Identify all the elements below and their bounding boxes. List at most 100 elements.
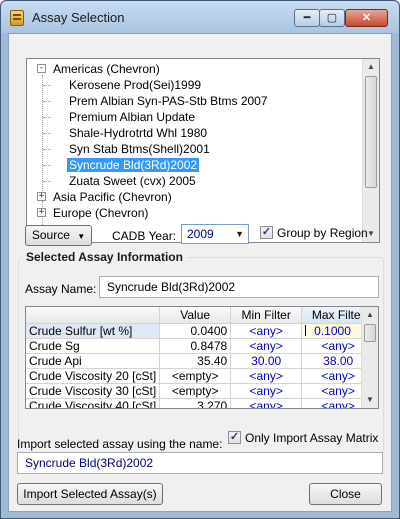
column-header-value[interactable]: Value <box>159 307 232 324</box>
row-value: 3.270 <box>159 398 232 408</box>
close-button-label: Close <box>330 487 361 501</box>
tree-item-label: Kerosene Prod(Sei)1999 <box>69 78 202 92</box>
tree-guide-line <box>43 149 51 150</box>
scroll-down-icon[interactable]: ▼ <box>362 392 378 408</box>
table-row[interactable]: Crude Sg 0.8478 <any> <any> <box>26 338 376 354</box>
tree-item-label: Syncrude Bld(3Rd)2002 <box>67 158 200 172</box>
assay-name-label: Assay Name: <box>25 282 97 296</box>
column-header <box>26 307 161 324</box>
close-icon: ✕ <box>361 12 372 24</box>
grid-scrollbar[interactable]: ▲ ▼ <box>361 307 378 408</box>
table-header-row: Value Min Filter Max Filter <box>26 307 376 324</box>
minimize-button[interactable]: ━ <box>294 9 320 27</box>
row-min-filter[interactable]: <any> <box>230 398 303 408</box>
cadb-year-label: CADB Year: <box>112 229 177 243</box>
source-button-label: Source <box>31 228 70 242</box>
checkmark-icon: ✓ <box>261 226 272 238</box>
title-bar[interactable]: Assay Selection ━ ▢ ✕ <box>1 1 399 33</box>
import-selected-button[interactable]: Import Selected Assay(s) <box>17 483 163 505</box>
expand-icon[interactable]: + <box>37 208 46 217</box>
tree-item-label: Premium Albian Update <box>69 110 196 124</box>
app-icon <box>10 10 24 26</box>
tree-item-label: Syn Stab Btms(Shell)2001 <box>69 142 210 156</box>
maximize-button[interactable]: ▢ <box>319 9 345 27</box>
tree-item-selected[interactable]: Syncrude Bld(3Rd)2002 <box>67 157 200 173</box>
import-name-field[interactable]: Syncrude Bld(3Rd)2002 <box>17 452 383 474</box>
cadb-year-value: 2009 <box>187 227 214 241</box>
tree-guide-line <box>43 165 51 166</box>
row-value: 0.8478 <box>159 338 232 354</box>
assay-name-value: Syncrude Bld(3Rd)2002 <box>107 280 236 294</box>
column-header-min-filter[interactable]: Min Filter <box>230 307 303 324</box>
group-by-region-label: Group by Region <box>277 226 368 240</box>
dialog-client-area: - Americas (Chevron) Kerosene Prod(Sei)1… <box>8 33 392 512</box>
chevron-down-icon: ▼ <box>235 229 244 239</box>
assay-tree[interactable]: - Americas (Chevron) Kerosene Prod(Sei)1… <box>26 58 380 243</box>
scroll-up-icon[interactable]: ▲ <box>362 307 378 323</box>
tree-item[interactable]: Prem Albian Syn-PAS-Stb Btms 2007 <box>69 93 268 109</box>
minimize-icon: ━ <box>303 12 311 24</box>
tree-item[interactable]: Kerosene Prod(Sei)1999 <box>69 77 201 93</box>
row-name: Crude Api <box>26 353 161 369</box>
table-row[interactable]: Crude Viscosity 40 [cSt] 3.270 <any> <an… <box>26 398 376 408</box>
table-row[interactable]: Crude Api 35.40 30.00 38.00 <box>26 353 376 369</box>
source-button[interactable]: Source ▼ <box>25 225 92 246</box>
row-min-filter[interactable]: <any> <box>230 323 303 339</box>
tree-guide-line <box>42 75 43 193</box>
close-button[interactable]: Close <box>309 483 382 505</box>
tree-guide-line <box>43 101 51 102</box>
chevron-down-icon: ▼ <box>77 232 86 241</box>
expand-icon[interactable]: + <box>37 192 46 201</box>
collapse-icon[interactable]: - <box>37 64 46 73</box>
assay-name-field[interactable]: Syncrude Bld(3Rd)2002 <box>99 276 379 298</box>
row-name: Crude Sg <box>26 338 161 354</box>
import-button-label: Import Selected Assay(s) <box>23 487 157 501</box>
import-name-value: Syncrude Bld(3Rd)2002 <box>25 456 154 470</box>
tree-guide-line <box>43 85 51 86</box>
tree-item[interactable]: Premium Albian Update <box>69 109 195 125</box>
only-import-matrix-label: Only Import Assay Matrix <box>245 431 379 445</box>
group-title: Selected Assay Information <box>23 250 186 264</box>
row-name: Crude Viscosity 20 [cSt] <box>26 368 161 384</box>
row-max-filter[interactable]: 0.1000 <box>314 324 351 338</box>
checkmark-icon: ✓ <box>229 431 240 443</box>
row-value: 0.0400 <box>159 323 232 339</box>
close-window-button[interactable]: ✕ <box>345 9 388 27</box>
tree-group-label: Europe (Chevron) <box>53 206 149 220</box>
tree-guide-line <box>43 117 51 118</box>
row-value: <empty> <box>159 368 232 384</box>
assay-properties-grid[interactable]: Value Min Filter Max Filter Crude Sulfur… <box>25 306 379 409</box>
tree-item-label: Shale-Hydrotrtd Whl 1980 <box>69 126 208 140</box>
only-import-matrix-checkbox[interactable]: ✓ <box>228 431 241 444</box>
table-row[interactable]: Crude Viscosity 20 [cSt] <empty> <any> <… <box>26 368 376 384</box>
text-cursor <box>305 324 307 336</box>
tree-item-label: Zuata Sweet (cvx) 2005 <box>69 174 196 188</box>
tree-item[interactable]: Syn Stab Btms(Shell)2001 <box>69 141 210 157</box>
group-by-region-checkbox[interactable]: ✓ <box>260 226 273 239</box>
row-min-filter[interactable]: <any> <box>230 368 303 384</box>
tree-scrollbar[interactable]: ▲ ▼ <box>362 59 379 242</box>
import-label: Import selected assay using the name: <box>17 437 223 451</box>
tree-item[interactable]: Shale-Hydrotrtd Whl 1980 <box>69 125 207 141</box>
table-row[interactable]: Crude Sulfur [wt %] 0.0400 <any> 0.1000 <box>26 323 376 339</box>
tree-guide-line <box>43 181 51 182</box>
scroll-thumb[interactable] <box>365 76 377 188</box>
table-row[interactable]: Crude Viscosity 30 [cSt] <empty> <any> <… <box>26 383 376 399</box>
tree-group-label: Americas (Chevron) <box>53 62 160 76</box>
row-name: Crude Viscosity 30 [cSt] <box>26 383 161 399</box>
scroll-up-icon[interactable]: ▲ <box>363 59 379 75</box>
cadb-year-select[interactable]: 2009 ▼ <box>181 224 249 244</box>
row-min-filter[interactable]: <any> <box>230 383 303 399</box>
row-value: <empty> <box>159 383 232 399</box>
row-value: 35.40 <box>159 353 232 369</box>
scroll-thumb[interactable] <box>364 324 376 342</box>
row-name: Crude Viscosity 40 [cSt] <box>26 398 161 408</box>
window-title: Assay Selection <box>32 10 125 25</box>
tree-group-label: Asia Pacific (Chevron) <box>53 190 172 204</box>
row-min-filter[interactable]: <any> <box>230 338 303 354</box>
maximize-icon: ▢ <box>326 12 338 24</box>
properties-table: Value Min Filter Max Filter Crude Sulfur… <box>26 307 376 408</box>
row-min-filter[interactable]: 30.00 <box>230 353 303 369</box>
tree-guide-line <box>43 133 51 134</box>
tree-item[interactable]: Zuata Sweet (cvx) 2005 <box>69 173 196 189</box>
